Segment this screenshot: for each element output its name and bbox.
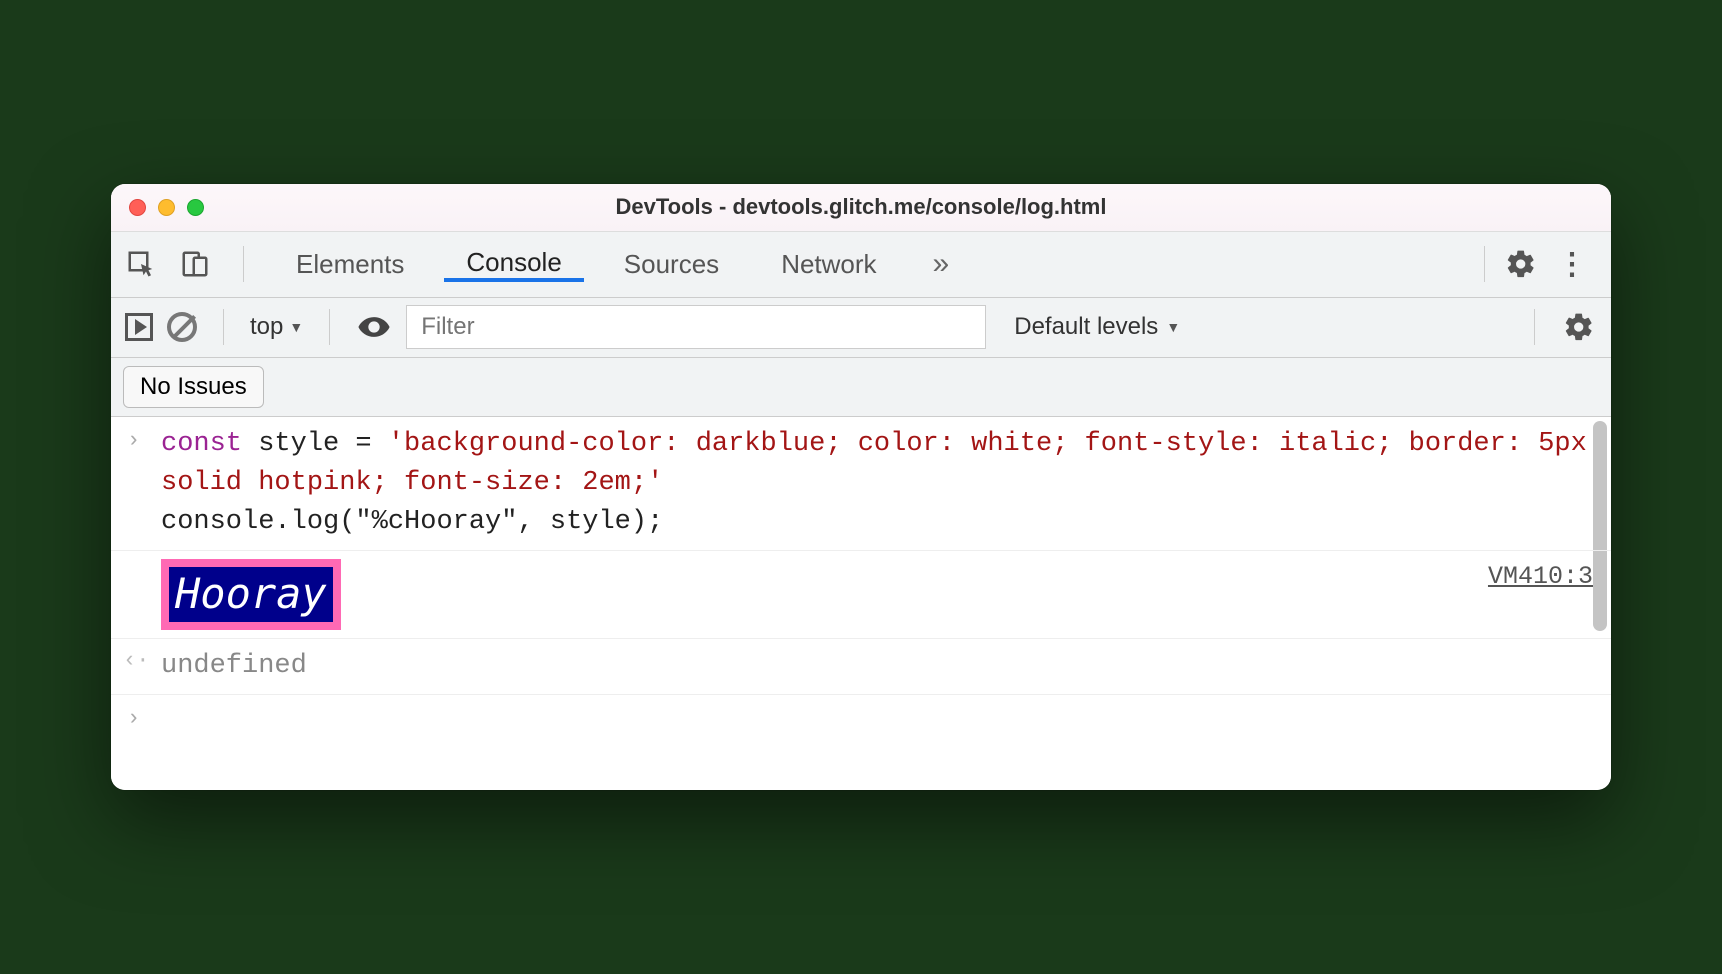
console-output-row: Hooray VM410:3 xyxy=(111,551,1611,639)
divider xyxy=(223,309,224,345)
divider xyxy=(1484,246,1485,282)
console-input-row: › const style = 'background-color: darkb… xyxy=(111,417,1611,551)
issues-bar: No Issues xyxy=(111,358,1611,417)
log-levels-selector[interactable]: Default levels xyxy=(1014,313,1180,341)
minimize-window-button[interactable] xyxy=(158,199,175,216)
tabbar-right: ⋮ xyxy=(1472,246,1599,282)
execution-context-selector[interactable]: top xyxy=(250,313,303,341)
code-text: style = xyxy=(242,429,388,459)
clear-console-icon[interactable] xyxy=(167,312,197,342)
zoom-window-button[interactable] xyxy=(187,199,204,216)
divider xyxy=(329,309,330,345)
issues-button[interactable]: No Issues xyxy=(123,366,264,408)
settings-icon[interactable] xyxy=(1503,246,1539,282)
code-line: console.log("%cHooray", style); xyxy=(161,503,1593,542)
divider xyxy=(243,246,244,282)
window-titlebar: DevTools - devtools.glitch.me/console/lo… xyxy=(111,184,1611,232)
return-chevron-icon: ‹· xyxy=(123,645,149,677)
console-output: › const style = 'background-color: darkb… xyxy=(111,417,1611,790)
console-return-row: ‹· undefined xyxy=(111,639,1611,695)
live-expression-icon[interactable] xyxy=(356,309,392,345)
tab-console[interactable]: Console xyxy=(444,247,583,282)
close-window-button[interactable] xyxy=(129,199,146,216)
return-value: undefined xyxy=(161,651,307,681)
tab-sources[interactable]: Sources xyxy=(602,249,741,280)
inspect-element-icon[interactable] xyxy=(123,246,159,282)
devtools-tabbar: Elements Console Sources Network » ⋮ xyxy=(111,232,1611,298)
execution-context-label: top xyxy=(250,313,283,341)
spacer xyxy=(111,750,1611,790)
console-prompt-row[interactable]: › xyxy=(111,695,1611,750)
toggle-console-sidebar-icon[interactable] xyxy=(125,313,153,341)
source-link[interactable]: VM410:3 xyxy=(1488,559,1593,595)
console-toolbar: top Default levels xyxy=(111,298,1611,358)
divider xyxy=(1534,309,1535,345)
filter-input[interactable] xyxy=(406,305,986,349)
code-keyword: const xyxy=(161,429,242,459)
prompt-chevron-icon: › xyxy=(127,703,140,735)
devtools-window: DevTools - devtools.glitch.me/console/lo… xyxy=(111,184,1611,790)
tab-network[interactable]: Network xyxy=(759,249,898,280)
input-chevron-icon: › xyxy=(127,425,140,457)
device-toolbar-icon[interactable] xyxy=(177,246,213,282)
window-title: DevTools - devtools.glitch.me/console/lo… xyxy=(111,194,1611,220)
more-options-icon[interactable]: ⋮ xyxy=(1545,247,1599,282)
tabbar-left: Elements Console Sources Network » xyxy=(123,246,965,282)
traffic-lights xyxy=(129,199,204,216)
console-settings-icon[interactable] xyxy=(1561,309,1597,345)
styled-log-output: Hooray xyxy=(161,559,341,630)
more-tabs-button[interactable]: » xyxy=(917,247,966,281)
tab-elements[interactable]: Elements xyxy=(274,249,426,280)
log-levels-label: Default levels xyxy=(1014,313,1158,341)
